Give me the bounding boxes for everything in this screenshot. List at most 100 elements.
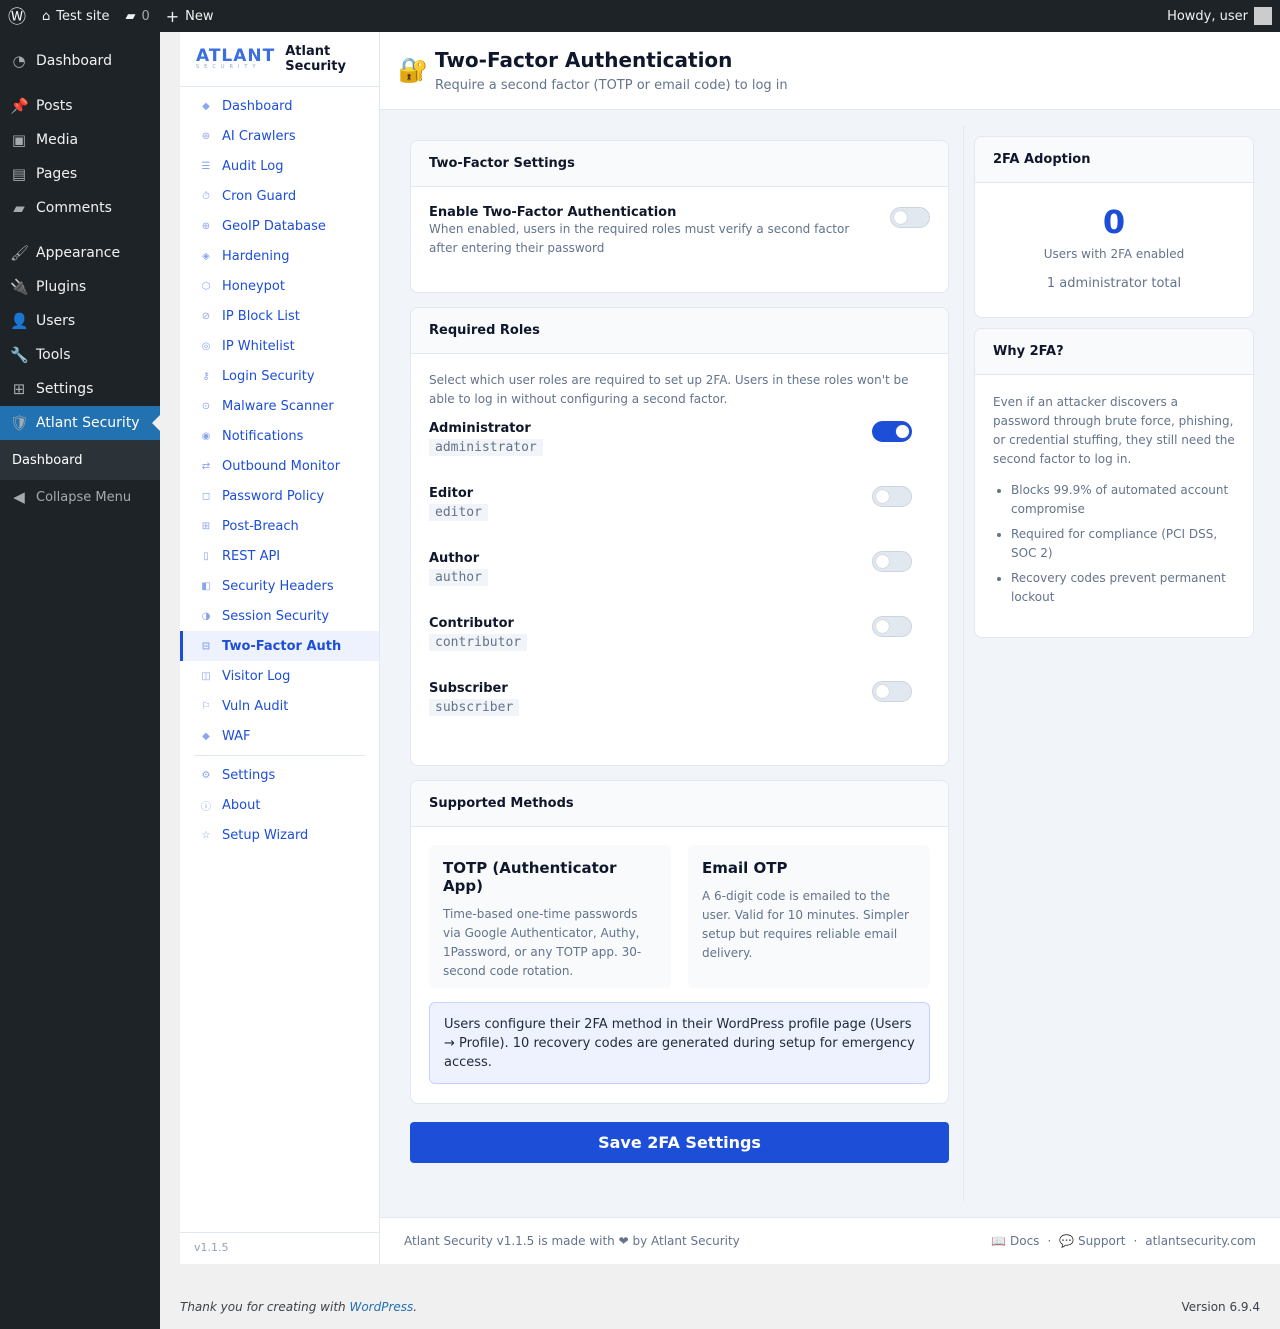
method-totp: TOTP (Authenticator App) Time-based one-…	[429, 845, 671, 988]
wp-menu-appearance[interactable]: 🖌 Appearance	[0, 236, 160, 270]
why-text: Even if an attacker discovers a password…	[993, 395, 1235, 466]
page-header: 🔐 Two-Factor Authentication Require a se…	[380, 32, 1280, 110]
plugin-sidebar: ATLANT SECURITY Atlant Security ◆ Dashboard…	[180, 32, 380, 1264]
admin-bar: Ⓦ ⌂ Test site ▰ 0 + New Howdy, user	[0, 0, 1280, 32]
nav-icon: ◈	[202, 250, 210, 262]
nav-icon: ⚷	[202, 370, 210, 382]
save-2fa-settings-button[interactable]: Save 2FA Settings	[410, 1122, 949, 1163]
docs-link[interactable]: 📖 Docs	[991, 1234, 1039, 1248]
wp-menu-settings[interactable]: ⊞ Settings	[0, 372, 160, 406]
adoption-count: 0	[1102, 203, 1126, 241]
plugin-nav-login-security[interactable]: ⚷ Login Security	[180, 361, 379, 391]
wordpress-link[interactable]: WordPress	[349, 1300, 413, 1314]
plugin-nav-honeypot[interactable]: ⬡ Honeypot	[180, 271, 379, 301]
page-subtitle: Require a second factor (TOTP or email c…	[435, 78, 788, 93]
nav-icon: ⚙	[201, 769, 211, 781]
plugin-nav-hardening[interactable]: ◈ Hardening	[180, 241, 379, 271]
enable-2fa-toggle[interactable]	[890, 207, 930, 228]
nav-icon: ◎	[201, 340, 211, 352]
plugin-nav-settings[interactable]: ⚙ Settings	[180, 760, 379, 790]
footer-credit: Atlant Security v1.1.5 is made with ❤ by…	[404, 1234, 740, 1248]
site-link[interactable]: ⌂ Test site	[34, 0, 117, 32]
nav-icon: ◆	[202, 100, 210, 112]
plugin-nav-post-breach[interactable]: ⊞ Post-Breach	[180, 511, 379, 541]
nav-icon: ▯	[203, 550, 209, 562]
plugin-nav-visitor-log[interactable]: ◫ Visitor Log	[180, 661, 379, 691]
wp-menu-pages[interactable]: ▤ Pages	[0, 157, 160, 191]
plugin-nav-outbound-monitor[interactable]: ⇄ Outbound Monitor	[180, 451, 379, 481]
role-slug: subscriber	[429, 699, 520, 716]
plugin-nav-vuln-audit[interactable]: ⚐ Vuln Audit	[180, 691, 379, 721]
collapse-menu-button[interactable]: ◀ Collapse Menu	[0, 480, 160, 514]
role-toggle-administrator[interactable]	[872, 421, 912, 442]
plugin-nav-two-factor-auth[interactable]: ⊟ Two-Factor Auth	[180, 631, 379, 661]
nav-icon: ⊛	[201, 130, 211, 142]
plugin-nav-malware-scanner[interactable]: ⊙ Malware Scanner	[180, 391, 379, 421]
comments-link[interactable]: ▰ 0	[117, 0, 157, 32]
role-subscriber: Subscriber subscriber	[429, 681, 930, 746]
nav-icon: ⊟	[201, 640, 211, 652]
thanks-text: Thank you for creating with	[180, 1300, 350, 1314]
support-link[interactable]: 💬 Support	[1059, 1234, 1125, 1248]
plugin-nav-session-security[interactable]: ◑ Session Security	[180, 601, 379, 631]
plugin-nav-password-policy[interactable]: ◻ Password Policy	[180, 481, 379, 511]
new-content-button[interactable]: + New	[158, 0, 222, 32]
wp-menu-dashboard[interactable]: ◔ Dashboard	[0, 44, 160, 78]
plugin-nav-setup-wizard[interactable]: ☆ Setup Wizard	[180, 820, 379, 850]
plugin-nav-ip-whitelist[interactable]: ◎ IP Whitelist	[180, 331, 379, 361]
wp-menu-plugins[interactable]: 🔌 Plugins	[0, 270, 160, 304]
wp-menu-posts[interactable]: 📌 Posts	[0, 89, 160, 123]
role-toggle-contributor[interactable]	[872, 616, 912, 637]
roles-desc: Select which user roles are required to …	[429, 373, 909, 406]
plugin-nav-ip-block-list[interactable]: ⊘ IP Block List	[180, 301, 379, 331]
site-link[interactable]: atlantsecurity.com	[1145, 1234, 1256, 1248]
main-content: Two-Factor Settings Enable Two-Factor Au…	[380, 110, 1280, 1217]
submenu-dashboard[interactable]: Dashboard	[0, 440, 160, 480]
role-toggle-editor[interactable]	[872, 486, 912, 507]
role-toggle-author[interactable]	[872, 551, 912, 572]
plugin-nav-security-headers[interactable]: ◧ Security Headers	[180, 571, 379, 601]
plugin-nav-ai-crawlers[interactable]: ⊛ AI Crawlers	[180, 121, 379, 151]
collapse-icon: ◀	[13, 488, 25, 506]
why-bullet: Required for compliance (PCI DSS, SOC 2)	[1011, 525, 1235, 563]
method-desc: A 6-digit code is emailed to the user. V…	[702, 889, 909, 960]
role-slug: administrator	[429, 439, 543, 456]
plugin-nav-rest-api[interactable]: ▯ REST API	[180, 541, 379, 571]
plugin-nav-audit-log[interactable]: ☰ Audit Log	[180, 151, 379, 181]
wp-menu-users[interactable]: 👤 Users	[0, 304, 160, 338]
plugin-nav-notifications[interactable]: ◉ Notifications	[180, 421, 379, 451]
wp-menu-atlant-security[interactable]: 🛡 Atlant Security	[0, 406, 160, 440]
card-title: Two-Factor Settings	[411, 141, 948, 187]
wp-menu-tools[interactable]: 🔧 Tools	[0, 338, 160, 372]
plugin-nav-about[interactable]: ⓘ About	[180, 790, 379, 820]
wp-footer: Thank you for creating with WordPress. V…	[180, 1300, 1260, 1314]
adoption-card: 2FA Adoption 0 Users with 2FA enabled 1 …	[974, 136, 1254, 318]
nav-icon: ◧	[201, 580, 211, 592]
comment-icon: ▰	[125, 8, 136, 24]
user-menu[interactable]: Howdy, user	[1159, 0, 1280, 32]
nav-icon: ⊘	[201, 310, 211, 322]
users-icon: 👤	[10, 312, 29, 330]
why-bullet: Blocks 99.9% of automated account compro…	[1011, 481, 1235, 519]
role-toggle-subscriber[interactable]	[872, 681, 912, 702]
role-name: Editor	[429, 486, 474, 501]
plugin-nav-dashboard[interactable]: ◆ Dashboard	[180, 91, 379, 121]
plugin-nav-cron-guard[interactable]: ⏱ Cron Guard	[180, 181, 379, 211]
pages-icon: ▤	[11, 165, 27, 183]
plugin-nav-geoip-database[interactable]: ⊕ GeoIP Database	[180, 211, 379, 241]
wp-version: Version 6.9.4	[1181, 1300, 1260, 1314]
supported-methods-card: Supported Methods TOTP (Authenticator Ap…	[410, 780, 949, 1104]
nav-icon: ⏱	[202, 190, 210, 202]
wp-logo-button[interactable]: Ⓦ	[0, 0, 34, 32]
plugin-nav-waf[interactable]: ◆ WAF	[180, 721, 379, 751]
nav-icon: ◻	[201, 490, 211, 502]
methods-note: Users configure their 2FA method in thei…	[429, 1002, 930, 1084]
wp-menu-media[interactable]: ▣ Media	[0, 123, 160, 157]
tools-icon: 🔧	[10, 346, 29, 364]
nav-icon: ◫	[201, 670, 211, 682]
plugin-version: v1.1.5	[180, 1232, 379, 1264]
adoption-total: 1 administrator total	[1046, 276, 1182, 291]
plugin-footer: Atlant Security v1.1.5 is made with ❤ by…	[380, 1217, 1280, 1264]
card-title: 2FA Adoption	[975, 137, 1253, 183]
wp-menu-comments[interactable]: ▰ Comments	[0, 191, 160, 225]
